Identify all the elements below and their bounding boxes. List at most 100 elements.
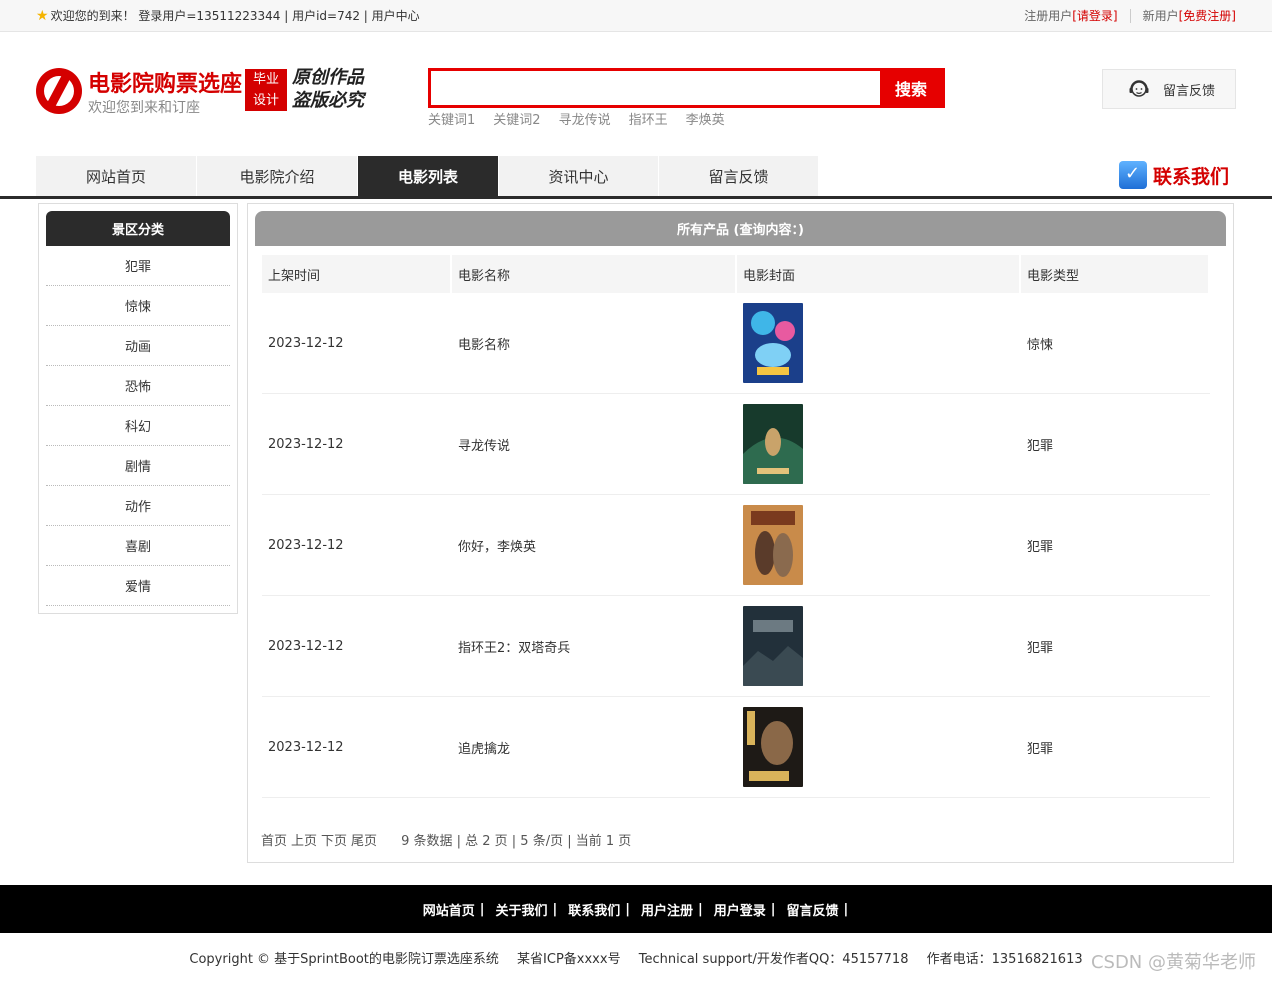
table-row: 2023-12-12 你好，李焕英 犯罪 <box>262 495 1210 596</box>
movie-type: 犯罪 <box>1027 640 1054 656</box>
welcome-area: ★ 欢迎您的到来！ 登录用户=13511223344 | 用户id=742 | … <box>36 7 420 24</box>
poster-cell <box>737 293 1021 393</box>
footer-separator: | <box>698 901 703 917</box>
movie-poster[interactable] <box>743 303 803 383</box>
release-date: 2023-12-12 <box>268 436 344 452</box>
login-link[interactable]: [请登录] <box>1072 7 1117 24</box>
footer-nav: 网站首页 | 关于我们 | 联系我们 | 用户注册 | 用户登录 | 留言反馈 | <box>0 885 1272 933</box>
site-title[interactable]: 电影院购票选座 <box>88 66 242 98</box>
footer-separator: | <box>770 901 776 917</box>
nav-item-feedback[interactable]: 留言反馈 <box>659 156 819 196</box>
nav-item-movie-list[interactable]: 电影列表 <box>358 156 499 196</box>
footer-link-register[interactable]: 用户注册 <box>641 900 693 919</box>
hot-keywords: 关键词1 关键词2 寻龙传说 指环王 李焕英 <box>428 109 725 128</box>
copyright-text: Copyright © 基于SprintBoot的电影院订票选座系统 <box>189 952 499 967</box>
footer-link-about[interactable]: 关于我们 <box>495 900 547 919</box>
new-user-label: 新用户 <box>1142 9 1179 23</box>
top-bar: ★ 欢迎您的到来！ 登录用户=13511223344 | 用户id=742 | … <box>0 0 1272 32</box>
movie-poster[interactable] <box>743 505 803 585</box>
feedback-button[interactable]: 留言反馈 <box>1102 69 1236 109</box>
movie-poster[interactable] <box>743 404 803 484</box>
movie-name[interactable]: 追虎擒龙 <box>452 697 737 797</box>
footer-link-home[interactable]: 网站首页 <box>423 900 475 919</box>
release-date: 2023-12-12 <box>268 335 344 351</box>
product-panel: 所有产品 (查询内容：) 上架时间 电影名称 电影封面 电影类型 2023-12… <box>247 203 1234 863</box>
poster-cell <box>737 495 1021 595</box>
movie-poster[interactable] <box>743 606 803 686</box>
category-item[interactable]: 动作 <box>46 486 230 526</box>
main-nav: 网站首页 电影院介绍 电影列表 资讯中心 留言反馈 <box>36 156 819 196</box>
nav-item-news[interactable]: 资讯中心 <box>499 156 659 196</box>
category-item[interactable]: 惊悚 <box>46 286 230 326</box>
movie-table: 上架时间 电影名称 电影封面 电影类型 2023-12-12 电影名称 惊悚 2… <box>262 255 1210 798</box>
category-sidebar: 景区分类 犯罪 惊悚 动画 恐怖 科幻 剧情 动作 喜剧 爱情 <box>38 203 238 614</box>
graduation-badge: 毕业 设计 <box>245 69 287 111</box>
badge-line-2: 设计 <box>252 93 279 108</box>
register-link[interactable]: [免费注册] <box>1179 7 1236 24</box>
column-header: 电影类型 <box>1021 255 1210 293</box>
phone-text: 作者电话：13516821613 <box>926 952 1083 967</box>
search-button[interactable]: 搜索 <box>880 71 942 105</box>
category-item[interactable]: 科幻 <box>46 406 230 446</box>
release-date: 2023-12-12 <box>268 638 344 654</box>
column-header: 上架时间 <box>262 255 452 293</box>
table-row: 2023-12-12 追虎擒龙 犯罪 <box>262 697 1210 798</box>
keyword-link[interactable]: 寻龙传说 <box>559 109 611 128</box>
column-header: 电影封面 <box>737 255 1021 293</box>
keyword-link[interactable]: 指环王 <box>629 109 668 128</box>
search-box: 搜索 <box>428 68 945 108</box>
category-item[interactable]: 爱情 <box>46 566 230 606</box>
pagination: 首页 上页 下页 尾页 9 条数据 | 总 2 页 | 5 条/页 | 当前 1… <box>261 830 631 849</box>
sidebar-title: 景区分类 <box>46 211 230 246</box>
contact-us[interactable]: 联系我们 <box>1119 161 1229 189</box>
movie-type: 犯罪 <box>1027 539 1054 555</box>
movie-name[interactable]: 电影名称 <box>452 293 737 393</box>
keyword-link[interactable]: 关键词2 <box>493 109 540 128</box>
table-row: 2023-12-12 电影名称 惊悚 <box>262 293 1210 394</box>
footer-link-feedback[interactable]: 留言反馈 <box>787 900 839 919</box>
icp-text: 某省ICP备xxxx号 <box>517 952 621 967</box>
column-header: 电影名称 <box>452 255 737 293</box>
last-page-link[interactable]: 尾页 <box>351 830 377 849</box>
category-item[interactable]: 喜剧 <box>46 526 230 566</box>
footer-separator: | <box>843 901 849 917</box>
slogan-line-2: 盗版必究 <box>292 90 364 111</box>
auth-links: 注册用户 [请登录] 新用户 [免费注册] <box>1024 7 1236 24</box>
nav-item-home[interactable]: 网站首页 <box>36 156 197 196</box>
poster-cell <box>737 697 1021 797</box>
category-item[interactable]: 犯罪 <box>46 246 230 286</box>
movie-name[interactable]: 指环王2：双塔奇兵 <box>452 596 737 696</box>
footer-separator: | <box>552 901 558 917</box>
table-row: 2023-12-12 指环王2：双塔奇兵 犯罪 <box>262 596 1210 697</box>
prev-page-link[interactable]: 上页 <box>291 830 317 849</box>
category-item[interactable]: 剧情 <box>46 446 230 486</box>
nav-item-cinema-intro[interactable]: 电影院介绍 <box>197 156 358 196</box>
movie-name[interactable]: 你好，李焕英 <box>452 495 737 595</box>
register-user-label: 注册用户 <box>1024 9 1073 23</box>
movie-poster[interactable] <box>743 707 803 787</box>
category-item[interactable]: 恐怖 <box>46 366 230 406</box>
logo-icon[interactable] <box>36 68 82 114</box>
search-input[interactable] <box>431 71 881 105</box>
contact-us-label: 联系我们 <box>1153 165 1230 188</box>
pagination-info: 9 条数据 | 总 2 页 | 5 条/页 | 当前 1 页 <box>401 834 632 849</box>
release-date: 2023-12-12 <box>268 537 344 553</box>
footer-separator: | <box>479 901 485 917</box>
category-item[interactable]: 动画 <box>46 326 230 366</box>
movie-type: 犯罪 <box>1027 741 1054 757</box>
headset-icon <box>1129 80 1149 97</box>
movie-name[interactable]: 寻龙传说 <box>452 394 737 494</box>
movie-type: 惊悚 <box>1027 337 1054 353</box>
footer-link-contact[interactable]: 联系我们 <box>568 900 620 919</box>
star-icon: ★ <box>36 7 49 24</box>
welcome-text[interactable]: 欢迎您的到来！ 登录用户=13511223344 | 用户id=742 | 用户… <box>51 7 420 24</box>
keyword-link[interactable]: 李焕英 <box>686 109 725 128</box>
divider <box>1129 8 1131 23</box>
category-list: 犯罪 惊悚 动画 恐怖 科幻 剧情 动作 喜剧 爱情 <box>46 246 230 606</box>
table-header: 上架时间 电影名称 电影封面 电影类型 <box>262 255 1210 293</box>
keyword-link[interactable]: 关键词1 <box>428 109 475 128</box>
next-page-link[interactable]: 下页 <box>321 830 347 849</box>
footer-link-login[interactable]: 用户登录 <box>714 900 766 919</box>
poster-cell <box>737 394 1021 494</box>
first-page-link[interactable]: 首页 <box>261 830 287 849</box>
